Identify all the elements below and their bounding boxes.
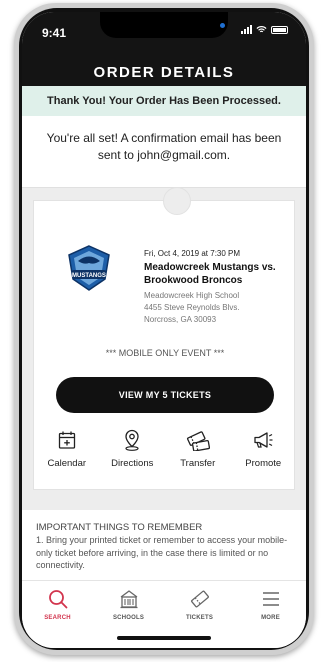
directions-action[interactable]: Directions xyxy=(102,429,162,469)
menu-icon xyxy=(262,592,279,606)
location-pin-icon xyxy=(125,429,139,451)
tab-tickets-label: TICKETS xyxy=(185,615,214,621)
status-icons xyxy=(241,25,288,34)
wifi-icon xyxy=(256,26,267,33)
venue-address-line1: 4455 Steve Reynolds Blvs. xyxy=(144,303,240,312)
ticket-transfer-icon xyxy=(186,431,210,451)
promote-action[interactable]: Promote xyxy=(233,429,293,469)
calendar-action[interactable]: Calendar xyxy=(37,429,97,469)
transfer-action[interactable]: Transfer xyxy=(168,429,228,469)
search-icon xyxy=(48,590,67,609)
promote-label: Promote xyxy=(245,458,282,469)
team-logo: MUSTANGS xyxy=(68,245,110,291)
event-date: Fri, Oct 4, 2019 at 7:30 PM xyxy=(144,249,241,258)
event-title-line2: Brookwood Broncos xyxy=(144,275,243,286)
important-item-1: 1. Bring your printed ticket or remember… xyxy=(36,535,288,570)
calendar-label: Calendar xyxy=(47,458,87,469)
important-section: IMPORTANT THINGS TO REMEMBER 1. Bring yo… xyxy=(22,510,306,580)
ticket-notch xyxy=(163,187,191,215)
transfer-label: Transfer xyxy=(180,458,216,469)
event-venue: Meadowcreek High School 4455 Steve Reyno… xyxy=(144,290,240,326)
event-title-line1: Meadowcreek Mustangs vs. xyxy=(144,262,276,273)
event-title: Meadowcreek Mustangs vs. Brookwood Bronc… xyxy=(144,261,276,287)
tab-schools-label: SCHOOLS xyxy=(112,615,145,621)
team-logo-text: MUSTANGS xyxy=(72,273,106,279)
calendar-icon xyxy=(58,431,75,449)
important-heading: IMPORTANT THINGS TO REMEMBER xyxy=(36,522,203,533)
ticket-card: MUSTANGS Fri, Oct 4, 2019 at 7:30 PM Mea… xyxy=(33,187,296,490)
home-indicator xyxy=(117,636,211,640)
camera-dot xyxy=(220,23,225,28)
ticket-actions: Calendar Directions Transfer Promote xyxy=(34,429,296,469)
success-banner: Thank You! Your Order Has Been Processed… xyxy=(22,86,306,116)
app-screen: 9:41 ORDER DETAILS Thank You! Your Order… xyxy=(22,12,306,648)
status-time: 9:41 xyxy=(42,26,67,40)
view-tickets-button[interactable]: VIEW MY 5 TICKETS xyxy=(56,377,274,413)
signal-icon xyxy=(241,25,252,34)
megaphone-icon xyxy=(254,432,273,448)
page-title: ORDER DETAILS xyxy=(93,64,235,81)
confirmation-message: You're all set! A confirmation email has… xyxy=(46,131,282,162)
school-icon xyxy=(120,590,137,609)
mobile-only-note: *** MOBILE ONLY EVENT *** xyxy=(105,348,225,358)
notch xyxy=(100,12,228,38)
tab-search[interactable]: SEARCH xyxy=(22,581,93,648)
tab-search-label: SEARCH xyxy=(44,615,71,621)
battery-icon xyxy=(271,25,288,34)
ticket-icon xyxy=(190,590,209,608)
venue-name: Meadowcreek High School xyxy=(144,291,240,300)
venue-address-line2: Norcross, GA 30093 xyxy=(144,315,217,324)
tab-more[interactable]: MORE xyxy=(235,581,306,648)
directions-label: Directions xyxy=(111,458,154,469)
top-bar: 9:41 ORDER DETAILS xyxy=(22,12,306,86)
tab-more-label: MORE xyxy=(261,615,280,621)
